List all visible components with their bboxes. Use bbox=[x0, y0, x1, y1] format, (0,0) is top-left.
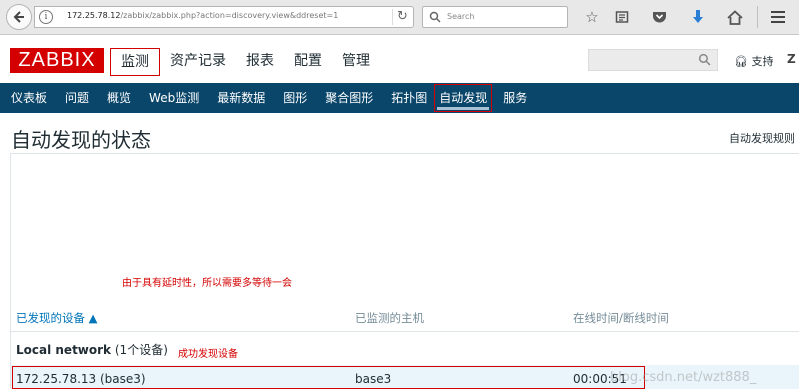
subnav-dashboard[interactable]: 仪表板 bbox=[0, 83, 54, 113]
menu-monitoring[interactable]: 监测 bbox=[110, 48, 160, 76]
subnav-services[interactable]: 服务 bbox=[492, 83, 534, 113]
info-icon[interactable]: i bbox=[39, 10, 53, 24]
discovery-rule-filter-label[interactable]: 自动发现规则 bbox=[729, 130, 795, 146]
download-icon[interactable] bbox=[688, 7, 708, 27]
subnav-discovery[interactable]: 自动发现 bbox=[434, 84, 493, 112]
subnav-overview[interactable]: 概览 bbox=[96, 83, 138, 113]
url-text: 172.25.78.12/zabbix/zabbix.php?action=di… bbox=[67, 11, 339, 20]
url-divider bbox=[392, 9, 393, 25]
header-search-input[interactable] bbox=[588, 49, 718, 71]
subnav-web[interactable]: Web监测 bbox=[138, 83, 206, 113]
subnav-screens[interactable]: 聚合图形 bbox=[314, 83, 380, 113]
browser-toolbar: i 172.25.78.12/zabbix/zabbix.php?action=… bbox=[0, 0, 799, 35]
reading-list-icon[interactable] bbox=[612, 7, 632, 27]
browser-search-bar[interactable]: Search bbox=[422, 6, 568, 28]
back-button[interactable] bbox=[6, 4, 32, 30]
header-divider bbox=[11, 331, 799, 332]
toolbar-separator bbox=[757, 6, 758, 28]
sub-navigation: 仪表板 问题 概览 Web监测 最新数据 图形 聚合图形 拓扑图 自动发现 服务 bbox=[0, 83, 799, 113]
search-icon bbox=[429, 11, 441, 23]
search-placeholder: Search bbox=[447, 12, 475, 21]
hamburger-menu-icon[interactable] bbox=[768, 7, 788, 27]
share-icon[interactable]: Z bbox=[787, 52, 796, 66]
column-header-monitored-host: 已监测的主机 bbox=[355, 311, 424, 325]
support-label: 支持 bbox=[751, 55, 774, 68]
device-cell: 172.25.78.13 (base3) bbox=[16, 372, 146, 386]
subnav-graphs[interactable]: 图形 bbox=[272, 83, 314, 113]
group-count: (1个设备) bbox=[114, 343, 168, 357]
watermark-text: blog.csdn.net/wzt888_ bbox=[610, 370, 757, 385]
support-link[interactable]: 🎧︎ 支持 bbox=[734, 53, 773, 69]
zabbix-header: ZABBIX 监测 资产记录 报表 配置 管理 🎧︎ 支持 Z bbox=[0, 36, 799, 83]
menu-configuration[interactable]: 配置 bbox=[284, 48, 332, 76]
menu-administration[interactable]: 管理 bbox=[332, 48, 380, 76]
subnav-latest-data[interactable]: 最新数据 bbox=[206, 83, 272, 113]
home-icon[interactable] bbox=[725, 7, 745, 27]
group-name: Local network bbox=[16, 343, 112, 357]
column-header-discovered-device[interactable]: 已发现的设备 ▲ bbox=[16, 310, 98, 326]
headset-icon: 🎧︎ bbox=[734, 55, 748, 68]
page-title: 自动发现的状态 bbox=[11, 128, 151, 152]
menu-reports[interactable]: 报表 bbox=[236, 48, 284, 76]
host-cell[interactable]: base3 bbox=[355, 372, 391, 386]
reload-icon[interactable]: ↻ bbox=[397, 9, 408, 24]
search-icon[interactable] bbox=[698, 53, 711, 66]
menu-inventory[interactable]: 资产记录 bbox=[160, 48, 236, 76]
annotation-success-note: 成功发现设备 bbox=[178, 349, 238, 360]
bookmark-star-icon[interactable]: ☆ bbox=[582, 7, 602, 27]
pocket-icon[interactable] bbox=[649, 7, 669, 27]
subnav-problems[interactable]: 问题 bbox=[54, 83, 96, 113]
url-bar[interactable]: i 172.25.78.12/zabbix/zabbix.php?action=… bbox=[34, 6, 414, 28]
zabbix-logo[interactable]: ZABBIX bbox=[10, 48, 104, 73]
group-row: Local network (1个设备) bbox=[16, 341, 168, 358]
annotation-delay-note: 由于具有延时性，所以需要多等待一会 bbox=[122, 278, 292, 289]
subnav-maps[interactable]: 拓扑图 bbox=[380, 83, 434, 113]
top-menu: 监测 资产记录 报表 配置 管理 bbox=[110, 48, 380, 76]
column-header-uptime: 在线时间/断线时间 bbox=[573, 311, 669, 325]
back-arrow-icon bbox=[13, 11, 24, 23]
